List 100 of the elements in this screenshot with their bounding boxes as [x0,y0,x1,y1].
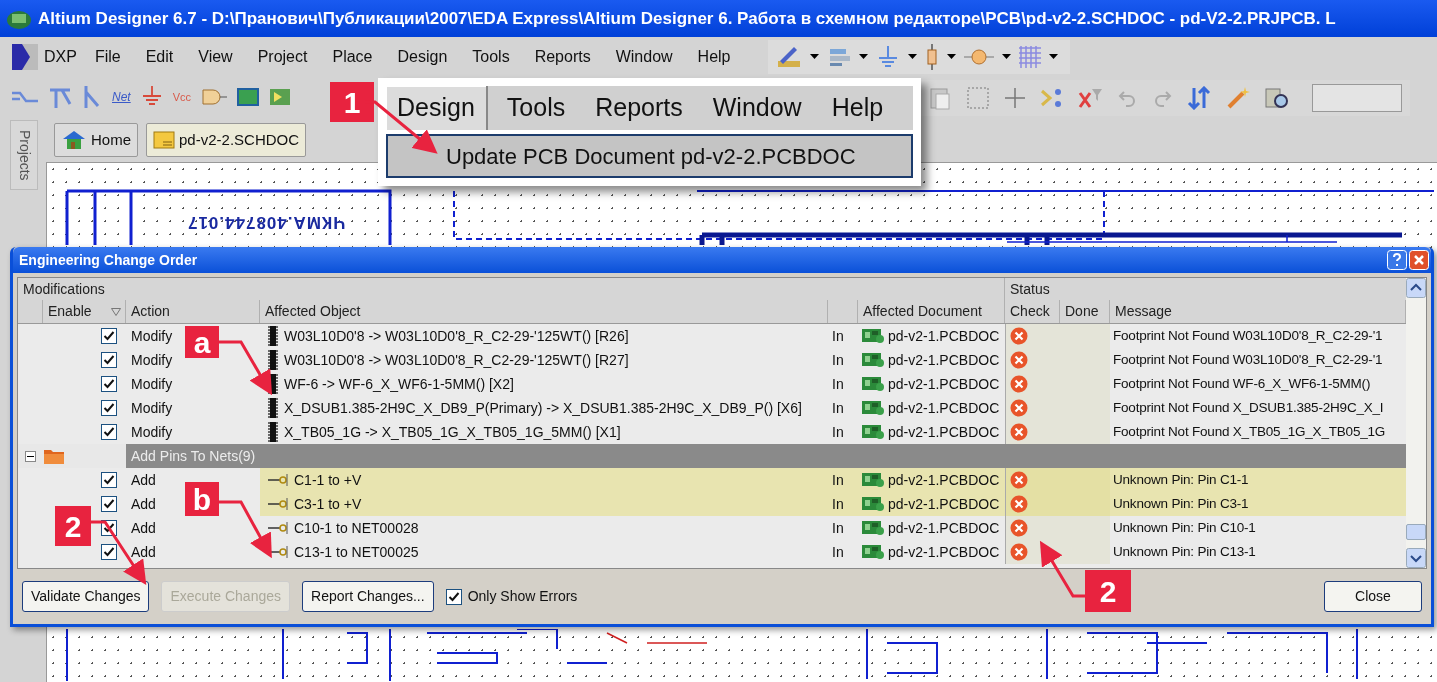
menu-item[interactable]: Help [820,86,895,130]
caret-icon[interactable] [946,54,956,59]
menu-item[interactable]: Tools [495,86,577,130]
menu-item[interactable]: Reports [584,86,694,130]
board-icon [862,328,884,344]
caret-icon[interactable] [907,54,917,59]
bus-icon[interactable] [48,86,72,108]
filter-icon[interactable] [111,307,121,316]
grid-icon[interactable] [1018,45,1041,68]
enable-checkbox[interactable] [101,328,117,344]
scrollbar[interactable] [1406,278,1426,568]
dialog-button[interactable]: Validate Changes [22,581,150,612]
document-tab[interactable]: Home [54,123,138,157]
column-header[interactable]: Action [126,300,260,323]
bus-entry-icon[interactable] [82,86,102,108]
scroll-thumb[interactable] [1406,524,1426,540]
affected-object-text: C3-1 to +V [294,494,362,514]
action-text: Modify [131,326,173,346]
enable-checkbox[interactable] [101,376,117,392]
caret-icon[interactable] [1001,54,1011,59]
message-text: Unknown Pin: Pin C3-1 [1110,492,1406,516]
menu-item[interactable]: Reports [534,44,591,69]
collapse-toggle[interactable] [25,450,36,462]
enable-checkbox[interactable] [101,472,117,488]
menu-item[interactable]: Design [386,86,488,130]
port-icon[interactable] [269,88,292,106]
gate-icon[interactable] [201,88,228,106]
callout-label: 2 [55,506,91,546]
affected-document-text: pd-v2-1.PCBDOC [888,470,1000,490]
scroll-up-icon[interactable] [1406,278,1426,298]
affected-object-text: X_DSUB1.385-2H9C_X_DB9_P(Primary) -> X_DSUB1.385-2H9C_X_DB9_P() [X6] [284,398,802,418]
menu-item[interactable]: Window [615,44,673,69]
projects-panel-tab[interactable]: Projects [10,120,38,190]
dxp-logo-icon[interactable] [12,43,38,70]
column-header[interactable]: Enable [43,300,126,323]
affected-document-text: pd-v2-1.PCBDOC [888,422,1000,442]
menu-item[interactable]: Help [697,44,731,69]
window-title: Altium Designer 6.7 - D:\Пранович\Публикации\2007\EDA Express\Altium Designer 6. Работа в схемном редакторе\PCB\pd-v2-2.SCHDOC - pd-V2-2.PRJPCB. L [38,7,1336,30]
pin-icon [268,474,288,486]
wand-icon[interactable] [1226,86,1250,110]
message-text: Unknown Pin: Pin C1-1 [1110,468,1406,492]
clear-filter-icon[interactable] [1078,87,1104,109]
sheet-symbol-icon[interactable] [237,88,260,106]
up-down-arrows-icon[interactable] [1186,86,1212,110]
inspect-icon[interactable] [1264,85,1290,111]
errors-checkbox[interactable] [445,588,462,605]
affected-object-text: W03L10D0'8 -> W03L10D0'8_R_C2-29-'125WT() [R27] [284,350,629,370]
net-label-tool[interactable]: Net [112,88,131,106]
menu-entry[interactable]: Update PCB Document pd-v2-2.PCBDOC [386,134,913,178]
chip-icon [268,326,278,346]
board-icon [862,400,884,416]
chip-icon [268,422,278,442]
menu-item[interactable]: Design [397,44,448,69]
enable-checkbox[interactable] [101,544,117,560]
paste-icon[interactable] [928,86,952,110]
menu-item[interactable]: File [94,44,121,69]
column-header[interactable]: Check [1005,300,1060,323]
callout-label: 2 [1085,570,1131,612]
action-text: Modify [131,398,173,418]
document-tab[interactable]: pd-v2-2.SCHDOC [146,123,307,157]
checkbox-label[interactable]: Only Show Errors [467,586,578,607]
tab-label: Home [91,129,131,150]
column-header-label: Enable [48,302,92,321]
menu-item[interactable]: Edit [145,44,174,69]
enable-checkbox[interactable] [101,352,117,368]
board-icon [862,424,884,440]
menu-item[interactable]: Tools [472,44,510,69]
enable-checkbox[interactable] [101,424,117,440]
circle-pin-icon[interactable] [963,46,994,67]
column-header[interactable]: Affected Object [260,300,828,323]
close-icon[interactable] [1409,250,1429,270]
menu-item[interactable]: Project [257,44,308,69]
pin-icon [268,522,288,534]
scroll-down-icon[interactable] [1406,548,1426,568]
resistor-icon[interactable] [924,43,939,70]
column-header[interactable]: Affected Document [858,300,1005,323]
folder-icon [44,448,64,464]
caret-icon[interactable] [858,54,868,59]
enable-checkbox[interactable] [101,496,117,512]
deselect-icon[interactable] [1040,87,1064,109]
action-text: Add [131,470,156,490]
menu-item[interactable]: DXP [44,44,77,69]
enable-checkbox[interactable] [101,400,117,416]
board-icon [862,520,884,536]
ground-icon[interactable] [140,86,163,108]
column-header[interactable]: Done [1060,300,1110,323]
caret-icon[interactable] [809,54,819,59]
move-icon[interactable] [1004,87,1026,109]
caret-icon[interactable] [1048,54,1058,59]
board-icon [862,352,884,368]
help-icon[interactable] [1387,250,1407,270]
dialog-button[interactable]: Report Changes... [302,581,434,612]
combo-field[interactable] [1312,84,1402,112]
menu-item[interactable]: View [198,44,233,69]
menu-item[interactable]: Place [332,44,373,69]
ruler-pencil-icon[interactable] [775,44,802,69]
dialog-title: Engineering Change Order [19,250,198,270]
close-button[interactable]: Close [1324,581,1422,612]
pin-icon [268,498,288,510]
menu-item[interactable]: Window [701,86,813,130]
